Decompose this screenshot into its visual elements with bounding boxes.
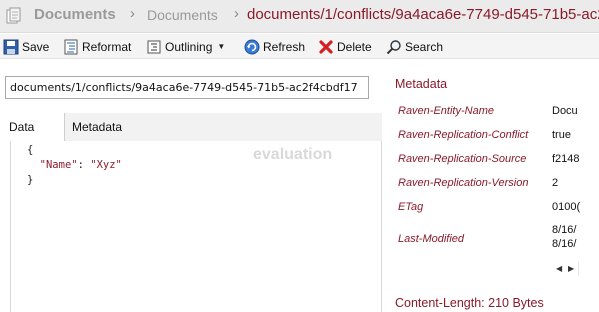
search-label: Search — [405, 39, 444, 54]
metadata-key: Raven-Replication-Conflict — [398, 129, 529, 141]
document-id-input[interactable]: documents/1/conflicts/9a4aca6e-7749-d545… — [5, 76, 369, 99]
save-label: Save — [22, 39, 50, 54]
code-line-close: } — [27, 174, 34, 186]
json-value: "Xyz" — [90, 159, 122, 171]
documents-icon — [5, 7, 23, 25]
outlining-dropdown[interactable]: Outlining ▼ — [146, 38, 225, 55]
metadata-value: f2148 — [552, 153, 580, 165]
editor-tabs: Metadata Data — [0, 113, 382, 142]
metadata-title: Metadata — [395, 77, 448, 91]
outlining-label: Outlining — [165, 39, 213, 54]
json-editor[interactable]: { "Name": "Xyz" } evaluation — [10, 141, 382, 312]
content-length: Content-Length: 210 Bytes — [395, 296, 544, 310]
metadata-value: 8/16/ — [552, 224, 577, 236]
breadcrumb-current-document: documents/1/conflicts/9a4aca6e-7749-d545… — [247, 6, 599, 23]
breadcrumb-separator: › — [234, 5, 239, 22]
json-key: "Name" — [39, 159, 78, 171]
delete-icon — [319, 39, 333, 54]
reformat-icon — [64, 39, 78, 54]
delete-label: Delete — [337, 39, 372, 54]
metadata-value: true — [552, 129, 571, 141]
chevron-down-icon: ▼ — [217, 42, 226, 51]
metadata-horizontal-scrollbar[interactable]: ◀ ▶ — [552, 262, 599, 276]
metadata-value: 2 — [552, 177, 559, 189]
metadata-key: ETag — [398, 201, 424, 213]
outlining-icon — [147, 40, 161, 53]
json-colon: : — [77, 159, 91, 171]
document-toolbar: Save Reformat Outlining ▼ Refresh Delete… — [0, 34, 599, 59]
search-icon — [386, 39, 401, 54]
delete-button[interactable]: Delete — [318, 38, 372, 55]
scrollbar-track[interactable] — [578, 262, 599, 276]
evaluation-watermark: evaluation — [253, 146, 333, 163]
scroll-right-icon[interactable]: ▶ — [568, 264, 574, 273]
refresh-label: Refresh — [263, 39, 306, 54]
reformat-label: Reformat — [82, 39, 132, 54]
metadata-value: Docu — [552, 105, 578, 117]
json-code: { "Name": "Xyz" } — [27, 143, 122, 188]
scroll-left-icon[interactable]: ◀ — [556, 264, 562, 273]
metadata-key: Raven-Replication-Version — [398, 177, 529, 189]
reformat-button[interactable]: Reformat — [63, 38, 131, 55]
refresh-button[interactable]: Refresh — [244, 38, 305, 55]
metadata-value: 0100( — [552, 201, 581, 213]
metadata-value-second-line: 8/16/ — [552, 238, 577, 250]
search-button[interactable]: Search — [386, 38, 443, 55]
save-icon — [3, 39, 19, 54]
metadata-key: Last-Modified — [398, 233, 465, 245]
save-button[interactable]: Save — [3, 38, 49, 55]
breadcrumb-documents-link[interactable]: Documents — [147, 7, 218, 23]
tab-data[interactable]: Data — [0, 113, 65, 142]
tab-metadata[interactable]: Metadata — [65, 113, 382, 141]
metadata-key: Raven-Replication-Source — [398, 153, 527, 165]
breadcrumb-documents-root[interactable]: Documents — [34, 6, 116, 23]
code-line-open: { — [27, 144, 34, 156]
refresh-icon — [244, 39, 260, 54]
breadcrumb: Documents › Documents › documents/1/conf… — [0, 0, 599, 33]
metadata-key: Raven-Entity-Name — [398, 105, 494, 117]
breadcrumb-separator: › — [130, 5, 135, 22]
